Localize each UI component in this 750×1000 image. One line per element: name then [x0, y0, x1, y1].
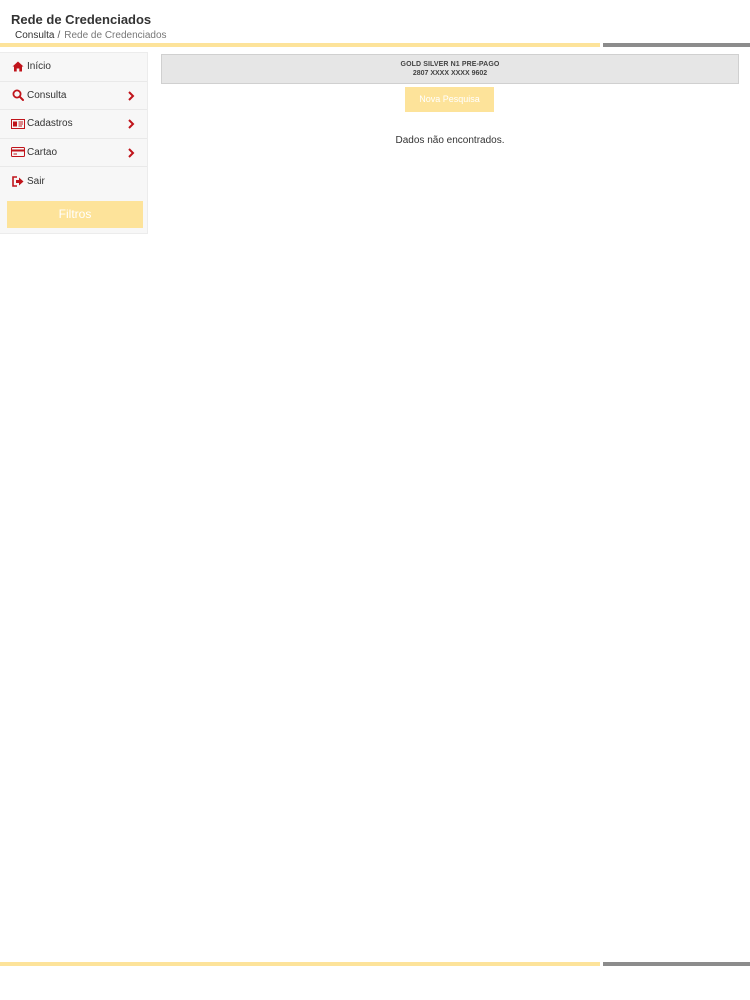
new-search-button[interactable]: Nova Pesquisa — [405, 87, 494, 112]
breadcrumb-current: Rede de Credenciados — [64, 30, 167, 41]
chevron-right-icon — [128, 90, 135, 101]
credit-card-icon — [11, 146, 25, 158]
id-card-icon — [11, 118, 25, 130]
sidebar-item-consulta[interactable]: Consulta — [0, 82, 147, 110]
breadcrumb: Consulta / Rede de Credenciados — [15, 30, 167, 41]
breadcrumb-separator: / — [57, 30, 61, 41]
sidebar-item-cadastros[interactable]: Cadastros — [0, 110, 147, 139]
filters-button[interactable]: Filtros — [7, 201, 143, 228]
sidebar-item-inicio[interactable]: Início — [0, 53, 147, 82]
sidebar-item-sair[interactable]: Sair — [0, 167, 147, 196]
sidebar-item-label: Início — [27, 61, 51, 73]
sidebar-item-label: Cadastros — [27, 118, 73, 130]
card-number: 2807 XXXX XXXX 9602 — [412, 70, 488, 77]
sidebar-item-label: Cartao — [27, 146, 58, 158]
home-icon — [11, 61, 25, 73]
chevron-right-icon — [128, 119, 135, 129]
page-header: Rede de Credenciados Consulta / Rede de Cr… — [0, 0, 750, 48]
breadcrumb-parent[interactable]: Consulta — [15, 30, 54, 41]
sidebar-item-label: Sair — [27, 175, 45, 187]
footer-divider — [0, 962, 750, 966]
chevron-right-icon — [128, 147, 135, 158]
sidebar-menu: Início Consulta Cadastros Cartao Sair Fi… — [0, 52, 148, 234]
page-title: Rede de Credenciados — [11, 12, 152, 27]
sidebar-item-label: Consulta — [27, 89, 67, 101]
card-info-banner: GOLD SILVER N1 PRE-PAGO 2807 XXXX XXXX 9… — [161, 54, 739, 84]
empty-results-message: Dados não encontrados. — [395, 135, 505, 146]
header-divider — [0, 43, 750, 47]
sign-out-icon — [11, 175, 25, 187]
search-icon — [11, 89, 25, 102]
card-name: GOLD SILVER N1 PRE-PAGO — [400, 61, 500, 68]
sidebar-item-cartao[interactable]: Cartao — [0, 139, 147, 167]
